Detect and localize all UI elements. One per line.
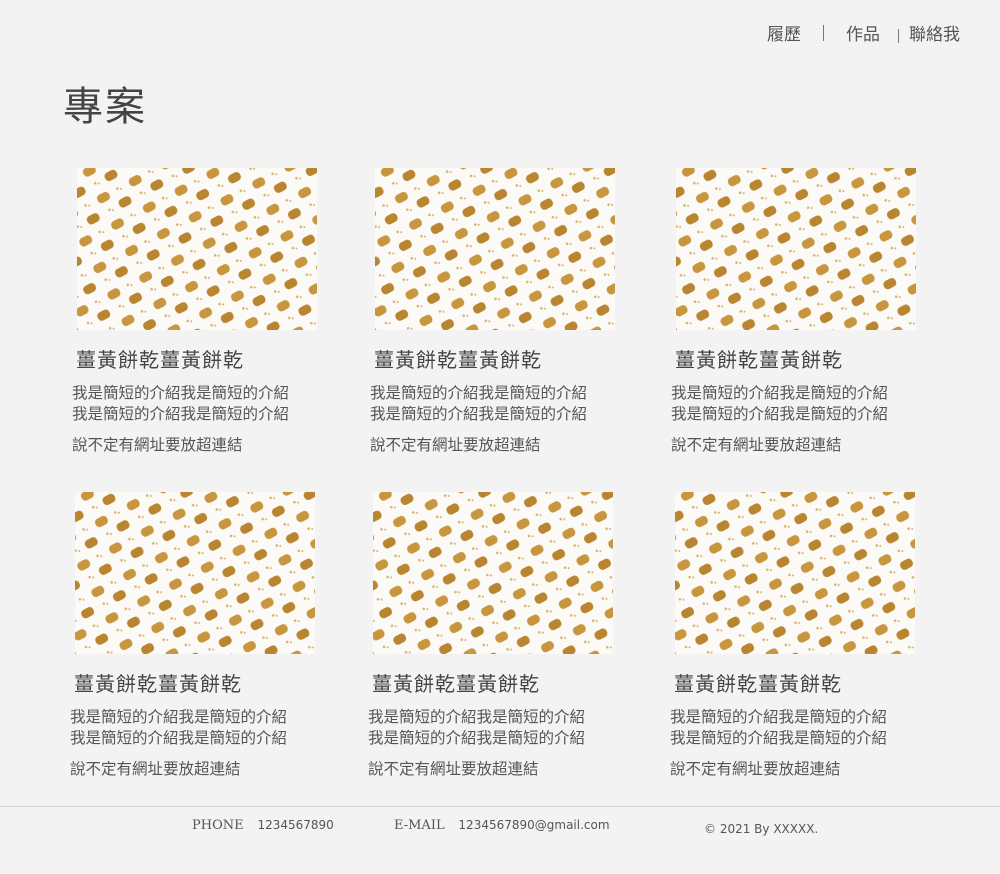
- project-card: 薑黃餅乾薑黃餅乾 我是簡短的介紹我是簡短的介紹 我是簡短的介紹我是簡短的介紹 說…: [70, 492, 320, 779]
- project-link[interactable]: 說不定有網址要放超連結: [671, 433, 921, 455]
- footer-email: E-MAIL 1234567890@gmail.com: [394, 818, 610, 833]
- project-title: 薑黃餅乾薑黃餅乾: [74, 672, 242, 696]
- project-title: 薑黃餅乾薑黃餅乾: [674, 672, 842, 696]
- project-link[interactable]: 說不定有網址要放超連結: [370, 433, 620, 455]
- project-title: 薑黃餅乾薑黃餅乾: [374, 348, 542, 372]
- phone-number: 1234567890: [257, 818, 334, 832]
- project-description-line: 我是簡短的介紹我是簡短的介紹: [671, 384, 889, 402]
- project-description-line: 我是簡短的介紹我是簡短的介紹: [368, 708, 586, 726]
- project-card: 薑黃餅乾薑黃餅乾 我是簡短的介紹我是簡短的介紹 我是簡短的介紹我是簡短的介紹 說…: [671, 168, 921, 455]
- project-card: 薑黃餅乾薑黃餅乾 我是簡短的介紹我是簡短的介紹 我是簡短的介紹我是簡短的介紹 說…: [670, 492, 920, 779]
- project-link[interactable]: 說不定有網址要放超連結: [368, 757, 618, 779]
- project-thumbnail-image[interactable]: [676, 168, 916, 330]
- top-nav: 履歷 作品 聯絡我: [767, 20, 960, 45]
- project-description-line: 我是簡短的介紹我是簡短的介紹: [72, 384, 290, 402]
- project-description: 我是簡短的介紹我是簡短的介紹 我是簡短的介紹我是簡短的介紹: [70, 707, 320, 749]
- project-description-line: 我是簡短的介紹我是簡短的介紹: [70, 729, 288, 747]
- project-description: 我是簡短的介紹我是簡短的介紹 我是簡短的介紹我是簡短的介紹: [72, 383, 322, 425]
- project-thumbnail-image[interactable]: [373, 492, 613, 654]
- project-description-line: 我是簡短的介紹我是簡短的介紹: [671, 405, 889, 423]
- project-description: 我是簡短的介紹我是簡短的介紹 我是簡短的介紹我是簡短的介紹: [671, 383, 921, 425]
- nav-resume-link[interactable]: 履歷: [767, 20, 801, 45]
- project-thumbnail-image[interactable]: [75, 492, 315, 654]
- project-description-line: 我是簡短的介紹我是簡短的介紹: [370, 384, 588, 402]
- page-title: 專案: [63, 84, 147, 130]
- project-link[interactable]: 說不定有網址要放超連結: [70, 757, 320, 779]
- project-link[interactable]: 說不定有網址要放超連結: [72, 433, 322, 455]
- project-link[interactable]: 說不定有網址要放超連結: [670, 757, 920, 779]
- phone-label: PHONE: [192, 818, 244, 833]
- page: 履歷 作品 聯絡我 專案 薑黃餅乾薑黃餅乾 我是簡短的介紹我是簡短的介紹 我是簡…: [0, 0, 1000, 874]
- project-title: 薑黃餅乾薑黃餅乾: [675, 348, 843, 372]
- project-thumbnail-image[interactable]: [675, 492, 915, 654]
- project-description-line: 我是簡短的介紹我是簡短的介紹: [670, 708, 888, 726]
- project-description-line: 我是簡短的介紹我是簡短的介紹: [368, 729, 586, 747]
- project-title: 薑黃餅乾薑黃餅乾: [76, 348, 244, 372]
- project-card: 薑黃餅乾薑黃餅乾 我是簡短的介紹我是簡短的介紹 我是簡短的介紹我是簡短的介紹 說…: [368, 492, 618, 779]
- project-title: 薑黃餅乾薑黃餅乾: [372, 672, 540, 696]
- email-label: E-MAIL: [394, 818, 445, 833]
- project-description: 我是簡短的介紹我是簡短的介紹 我是簡短的介紹我是簡短的介紹: [670, 707, 920, 749]
- project-card: 薑黃餅乾薑黃餅乾 我是簡短的介紹我是簡短的介紹 我是簡短的介紹我是簡短的介紹 說…: [370, 168, 620, 455]
- nav-works-link[interactable]: 作品: [846, 20, 880, 45]
- project-thumbnail-image[interactable]: [375, 168, 615, 330]
- project-description-line: 我是簡短的介紹我是簡短的介紹: [370, 405, 588, 423]
- project-description-line: 我是簡短的介紹我是簡短的介紹: [72, 405, 290, 423]
- project-description-line: 我是簡短的介紹我是簡短的介紹: [70, 708, 288, 726]
- project-thumbnail-image[interactable]: [77, 168, 317, 330]
- copyright-text: © 2021 By XXXXX.: [704, 822, 819, 836]
- nav-divider: [823, 24, 824, 41]
- email-address[interactable]: 1234567890@gmail.com: [458, 818, 609, 832]
- project-description-line: 我是簡短的介紹我是簡短的介紹: [670, 729, 888, 747]
- nav-contact-link[interactable]: 聯絡我: [909, 20, 960, 45]
- footer-divider: [0, 806, 1000, 807]
- footer-phone: PHONE 1234567890: [192, 818, 334, 833]
- project-card: 薑黃餅乾薑黃餅乾 我是簡短的介紹我是簡短的介紹 我是簡短的介紹我是簡短的介紹 說…: [72, 168, 322, 455]
- project-description: 我是簡短的介紹我是簡短的介紹 我是簡短的介紹我是簡短的介紹: [370, 383, 620, 425]
- nav-divider: [898, 28, 899, 43]
- project-description: 我是簡短的介紹我是簡短的介紹 我是簡短的介紹我是簡短的介紹: [368, 707, 618, 749]
